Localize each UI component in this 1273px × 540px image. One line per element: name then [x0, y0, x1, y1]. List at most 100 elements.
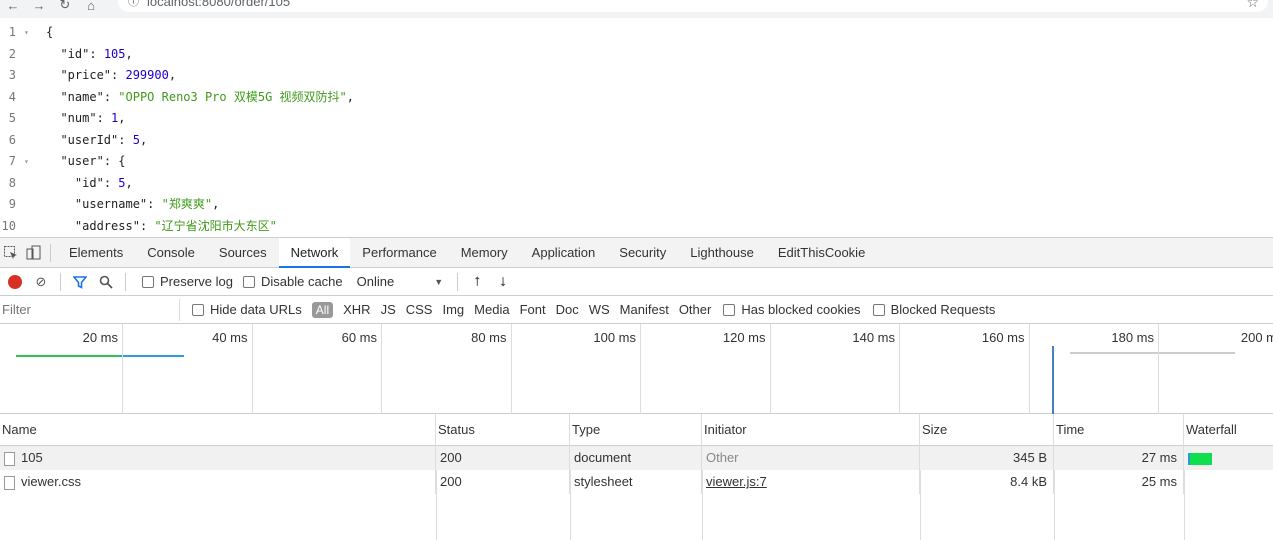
filter-type-js[interactable]: JS [381, 302, 396, 317]
json-line: 7 ▾ "user": { [0, 151, 1273, 173]
search-icon[interactable] [93, 268, 119, 296]
timeline-bar-receive [16, 355, 120, 357]
json-value: 105 [103, 46, 126, 61]
tab-editthiscookie[interactable]: EditThisCookie [766, 238, 877, 268]
request-time: 25 ms [1054, 470, 1184, 494]
json-colon: : [103, 89, 119, 104]
json-comma: , [346, 89, 354, 104]
has-blocked-cookies-checkbox[interactable]: Has blocked cookies [723, 302, 861, 317]
filter-all-button[interactable]: All [311, 301, 334, 318]
json-comma: , [139, 132, 148, 147]
json-line: 4 "name": "OPPO Reno3 Pro 双模5G 视频双防抖", [0, 87, 1273, 109]
request-name: viewer.css [21, 474, 81, 489]
blocked-requests-checkbox[interactable]: Blocked Requests [872, 302, 995, 317]
export-har-icon[interactable]: ⭣ [490, 268, 516, 296]
filter-funnel-icon[interactable] [67, 268, 93, 296]
inspect-element-icon[interactable] [0, 238, 22, 268]
forward-icon[interactable]: → [26, 0, 52, 14]
timeline-tick-label: 180 ms [1111, 330, 1154, 345]
timeline-gridline [640, 324, 641, 414]
timeline-gridline [510, 324, 512, 414]
load-event-marker [1052, 346, 1054, 414]
filter-type-media[interactable]: Media [474, 302, 509, 317]
json-colon: : [147, 197, 162, 211]
json-code: "address": "辽宁省沈阳市大东区" [46, 216, 277, 238]
column-divider [570, 470, 571, 540]
timeline-bar-download [120, 355, 184, 357]
column-header-time[interactable]: Time [1054, 414, 1184, 446]
tab-security[interactable]: Security [607, 238, 678, 268]
filter-type-css[interactable]: CSS [406, 302, 433, 317]
caret-down-icon: ▼ [434, 276, 444, 287]
timeline-gridline [1028, 324, 1030, 414]
request-name-cell[interactable]: viewer.css [0, 470, 436, 494]
divider [125, 272, 126, 291]
json-code: "name": "OPPO Reno3 Pro 双模5G 视频双防抖", [46, 87, 354, 109]
import-har-icon[interactable]: ⭡ [464, 268, 490, 296]
json-colon: : [139, 218, 155, 233]
request-name-cell[interactable]: 105 [0, 446, 436, 470]
column-header-size[interactable]: Size [920, 414, 1054, 446]
filter-type-xhr[interactable]: XHR [343, 302, 370, 317]
timeline-gridline [381, 324, 382, 414]
table-row[interactable]: viewer.css 200 stylesheet viewer.js:7 8.4 kB… [0, 470, 1273, 494]
column-header-initiator[interactable]: Initiator [702, 414, 920, 446]
tab-lighthouse[interactable]: Lighthouse [678, 238, 766, 268]
timeline-tick-label: 100 ms [593, 330, 636, 345]
device-toolbar-icon[interactable] [22, 238, 44, 268]
filter-type-ws[interactable]: WS [589, 302, 610, 317]
file-icon [4, 451, 15, 466]
column-header-name[interactable]: Name [0, 414, 436, 446]
filter-type-other[interactable]: Other [679, 302, 712, 317]
request-status: 200 [436, 470, 570, 494]
column-header-status[interactable]: Status [436, 414, 570, 446]
json-comma: , [212, 197, 220, 211]
site-info-icon[interactable]: ⓘ [128, 0, 139, 9]
request-type: stylesheet [570, 470, 702, 494]
reload-icon[interactable]: ↻ [52, 0, 78, 14]
tab-memory[interactable]: Memory [449, 238, 520, 268]
json-brace: { [46, 25, 54, 39]
throttling-select[interactable]: Online ▼ [357, 274, 444, 289]
timeline-overview[interactable]: 20 ms 40 ms 60 ms 80 ms 100 ms 120 ms 140 ms 16… [0, 324, 1273, 414]
request-initiator[interactable]: viewer.js:7 [702, 470, 920, 494]
divider [457, 272, 459, 291]
timeline-tick-label: 140 ms [852, 330, 895, 345]
record-icon[interactable] [2, 268, 28, 296]
tab-elements[interactable]: Elements [57, 238, 135, 268]
request-waterfall [1184, 470, 1273, 494]
tab-network[interactable]: Network [278, 237, 351, 268]
json-value: 5 [118, 175, 126, 190]
table-row[interactable]: 105 200 document Other 345 B 27 ms [0, 446, 1273, 470]
json-line: 5 "num": 1, [0, 108, 1273, 130]
timeline-tick-label: 120 ms [722, 330, 766, 345]
tab-performance[interactable]: Performance [350, 238, 448, 268]
request-size: 345 B [920, 446, 1054, 470]
request-size: 8.4 kB [920, 470, 1054, 494]
clear-icon[interactable]: ⊘ [28, 268, 54, 296]
column-header-type[interactable]: Type [570, 414, 702, 446]
json-viewer: 1 ▾{2 "id": 105, 3 "price": 299900, 4 "name… [0, 22, 1273, 237]
tab-application[interactable]: Application [520, 238, 608, 268]
timeline-tick-label: 200 ms [1240, 330, 1273, 345]
filter-type-font[interactable]: Font [520, 302, 546, 317]
fold-toggle-icon[interactable]: ▾ [24, 22, 29, 44]
hide-data-urls-checkbox[interactable]: Hide data URLs [192, 302, 302, 317]
disable-cache-checkbox[interactable]: Disable cache [242, 274, 343, 289]
filter-type-manifest[interactable]: Manifest [620, 302, 669, 317]
back-icon[interactable]: ← [0, 0, 26, 14]
initiator-text[interactable]: viewer.js:7 [706, 474, 767, 489]
home-icon[interactable]: ⌂ [78, 0, 104, 14]
tab-sources[interactable]: Sources [207, 238, 279, 268]
bookmark-star-icon[interactable]: ☆ [1246, 0, 1259, 11]
filter-type-img[interactable]: Img [442, 302, 464, 317]
initiator-text: Other [706, 450, 739, 465]
tab-console[interactable]: Console [135, 238, 207, 268]
fold-toggle-icon[interactable]: ▾ [24, 151, 29, 173]
filter-input[interactable] [0, 298, 180, 321]
filter-type-doc[interactable]: Doc [556, 302, 579, 317]
address-bar[interactable]: ⓘ localhost:8080/order/105 [118, 0, 1268, 12]
column-header-waterfall[interactable]: Waterfall [1184, 414, 1273, 446]
json-value: 299900 [125, 68, 169, 82]
preserve-log-checkbox[interactable]: Preserve log [142, 274, 233, 289]
